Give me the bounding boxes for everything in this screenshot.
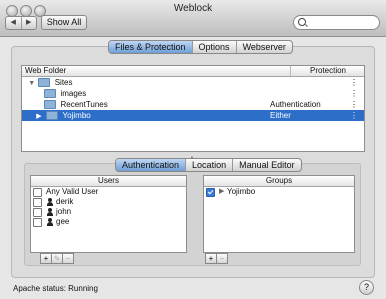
list-item[interactable]: gee (31, 217, 186, 227)
folder-name: RecentTunes (60, 100, 108, 109)
person-icon (46, 218, 54, 226)
tab-authentication[interactable]: Authentication (116, 159, 186, 171)
table-row[interactable]: RecentTunes Authentication ⋮ (22, 99, 364, 110)
tab-location[interactable]: Location (185, 159, 232, 171)
back-button[interactable]: ◀ (6, 17, 22, 29)
tab-webserver[interactable]: Webserver (235, 41, 292, 53)
user-checkbox[interactable] (33, 217, 42, 227)
apache-status: Apache status: Running (13, 284, 98, 293)
list-item[interactable]: derik (31, 197, 186, 207)
web-folder-table: Web Folder Protection ▼ Sites ⋮ images ⋮… (21, 65, 365, 152)
tab-manual-editor[interactable]: Manual Editor (232, 159, 301, 171)
protection-popup-stepper[interactable]: ⋮ (350, 88, 358, 99)
user-label: gee (56, 217, 70, 226)
user-checkbox[interactable] (33, 207, 42, 217)
show-all-button[interactable]: Show All (41, 15, 87, 30)
users-list: Users Any Valid User derik john gee (30, 175, 187, 253)
column-web-folder[interactable]: Web Folder (25, 66, 66, 76)
table-row-selected[interactable]: ▶ Yojimbo Either ⋮ (22, 110, 364, 121)
protection-value: Authentication (270, 100, 321, 109)
tab-files-protection[interactable]: Files & Protection (109, 41, 192, 53)
forward-button[interactable]: ▶ (22, 17, 37, 29)
user-label: derik (56, 197, 74, 206)
search-icon (298, 18, 306, 26)
folder-icon (44, 100, 57, 110)
user-label: Any Valid User (46, 187, 99, 196)
protection-popup-stepper[interactable]: ⋮ (350, 99, 358, 110)
groups-list: Groups ▶ Yojimbo (203, 175, 355, 253)
preferences-window: Weblock ◀ ▶ Show All Files & Protection … (0, 0, 386, 299)
folder-icon (44, 89, 57, 99)
list-item[interactable]: ▶ Yojimbo (204, 187, 354, 197)
folder-name: images (60, 89, 87, 98)
search-field[interactable] (293, 15, 380, 30)
folder-icon (38, 78, 51, 88)
protection-popup-stepper[interactable]: ⋮ (350, 110, 358, 121)
person-icon (46, 208, 54, 216)
back-forward-control: ◀ ▶ (5, 16, 37, 30)
person-icon (46, 198, 54, 206)
protection-popup-stepper[interactable]: ⋮ (350, 77, 358, 88)
tab-options[interactable]: Options (191, 41, 236, 53)
remove-user-button[interactable]: − (62, 253, 74, 264)
remove-group-button[interactable]: − (216, 253, 228, 264)
window-title: Weblock (173, 3, 213, 14)
users-button-bar: + ✎ − (40, 253, 74, 264)
table-row[interactable]: ▼ Sites ⋮ (22, 77, 364, 88)
column-protection[interactable]: Protection (290, 66, 365, 76)
help-button[interactable]: ? (359, 280, 374, 295)
disclosure-triangle[interactable]: ▶ (219, 187, 227, 197)
protection-value: Either (270, 111, 291, 120)
top-tab-bar: Files & Protection Options Webserver (108, 40, 293, 54)
groups-button-bar: + − (205, 253, 228, 264)
split-view-divider[interactable] (190, 151, 194, 159)
sub-tab-bar: Authentication Location Manual Editor (115, 158, 302, 172)
group-label: Yojimbo (227, 187, 256, 196)
list-item[interactable]: john (31, 207, 186, 217)
users-header: Users (31, 176, 186, 187)
folder-icon (46, 111, 59, 121)
folder-name: Sites (54, 78, 73, 87)
table-header: Web Folder Protection (22, 66, 364, 77)
user-checkbox[interactable] (33, 197, 42, 207)
list-item[interactable]: Any Valid User (31, 187, 186, 197)
title-bar: Weblock ◀ ▶ Show All (0, 0, 386, 37)
folder-name: Yojimbo (62, 111, 91, 120)
groups-header: Groups (204, 176, 354, 187)
group-checkbox[interactable] (206, 187, 215, 197)
table-row[interactable]: images ⋮ (22, 88, 364, 99)
user-checkbox[interactable] (33, 187, 42, 197)
disclosure-triangle[interactable]: ▶ (36, 111, 44, 122)
user-label: john (56, 207, 72, 216)
authentication-pane: Users Any Valid User derik john gee + ✎ … (24, 163, 361, 266)
